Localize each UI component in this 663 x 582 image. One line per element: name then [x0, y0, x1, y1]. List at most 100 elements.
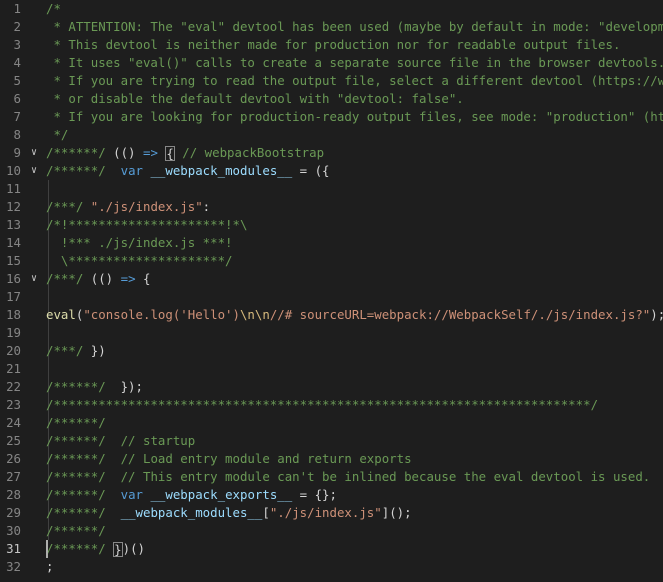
line-number: 32 [6, 559, 21, 574]
code-token: "./js/index.js" [269, 505, 382, 520]
code-line[interactable]: 26 /******/ // Load entry module and retu… [0, 450, 663, 468]
code-line[interactable]: 25 /******/ // startup [0, 432, 663, 450]
code-text: eval("console.log('Hello')\n\n//# source… [46, 306, 663, 324]
code-line[interactable]: 4 * It uses "eval()" calls to create a s… [0, 54, 663, 72]
code-line[interactable]: 14 !*** ./js/index.js ***! [0, 234, 663, 252]
code-line[interactable]: 28 /******/ var __webpack_exports__ = {}; [0, 486, 663, 504]
code-line[interactable]: 27 /******/ // This entry module can't be… [0, 468, 663, 486]
code-text: * It uses "eval()" calls to create a sep… [46, 54, 663, 72]
code-token: ; [46, 559, 54, 574]
code-line[interactable]: 8 */ [0, 126, 663, 144]
code-line[interactable]: 22 /******/ }); [0, 378, 663, 396]
code-line[interactable]: 9 ∨ /******/ (() => { // webpackBootstrap [0, 144, 663, 162]
code-text: /******/ // Load entry module and return… [46, 450, 412, 468]
line-number: 19 [6, 325, 21, 340]
code-token: * It uses "eval()" calls to create a sep… [46, 55, 663, 70]
code-token: * If you are trying to read the output f… [53, 73, 663, 88]
code-editor[interactable]: 1 /* 2 * ATTENTION: The "eval" devtool has… [0, 0, 663, 582]
code-line[interactable]: 5 * If you are trying to read the output… [0, 72, 663, 90]
line-number: 25 [6, 433, 21, 448]
code-token: var [120, 487, 143, 502]
code-line[interactable]: 20 /***/ }) [0, 342, 663, 360]
code-text: \*********************/ [46, 252, 233, 270]
code-text: /***/ (() => { [46, 270, 150, 288]
code-line[interactable]: 18 eval("console.log('Hello')\n\n//# sour… [0, 306, 663, 324]
line-number: 1 [13, 1, 21, 16]
code-token: )() [122, 541, 145, 556]
code-token: }) [90, 343, 106, 358]
code-text: ; [46, 558, 53, 576]
code-text: * or disable the default devtool with "d… [46, 90, 463, 108]
code-text: /******/ })() [46, 540, 145, 558]
code-line[interactable]: 10 ∨ /******/ var __webpack_modules__ = ({ [0, 162, 663, 180]
line-number: 16 [6, 271, 21, 286]
line-number: 7 [13, 109, 21, 124]
code-line[interactable]: 30 /******/ [0, 522, 663, 540]
code-line[interactable]: 23 /*************************************… [0, 396, 663, 414]
code-token: /******/ [46, 469, 114, 484]
code-line[interactable]: 19 [0, 324, 663, 342]
line-number: 5 [13, 73, 21, 88]
code-line[interactable]: 11 [0, 180, 663, 198]
code-token: /******/ [46, 415, 114, 430]
code-token: * ATTENTION: The "eval" devtool has been… [46, 19, 663, 34]
code-line[interactable]: 2 * ATTENTION: The "eval" devtool has be… [0, 18, 663, 36]
line-number: 21 [6, 361, 21, 376]
code-line[interactable]: 32; [0, 558, 663, 576]
code-line[interactable]: 31 /******/ })() [0, 540, 663, 558]
code-line[interactable]: 3 * This devtool is neither made for pro… [0, 36, 663, 54]
code-token: */ [46, 127, 69, 142]
code-token: "console.log('Hello') [83, 307, 240, 322]
code-token: !*** ./js/index.js ***! [46, 235, 233, 250]
line-number: 14 [6, 235, 21, 250]
code-line[interactable]: 17 [0, 288, 663, 306]
code-text: /******/ }); [46, 378, 143, 396]
code-text: /******/ var __webpack_modules__ = ({ [46, 162, 330, 180]
code-line[interactable]: 13 /*!*********************!*\ [0, 216, 663, 234]
line-number: 24 [6, 415, 21, 430]
code-token: __webpack_modules__ [150, 163, 293, 178]
code-token: /******/ [46, 163, 114, 178]
line-number: 22 [6, 379, 21, 394]
code-line[interactable]: 21 [0, 360, 663, 378]
code-token: = {}; [292, 487, 337, 502]
line-number: 4 [13, 55, 21, 70]
code-line[interactable]: 7 * If you are looking for production-re… [0, 108, 663, 126]
code-token: * If you are looking for production-read… [53, 109, 663, 124]
code-token: "./js/index.js" [90, 199, 203, 214]
line-number: 9 [13, 145, 21, 160]
code-line[interactable]: 1 /* [0, 0, 663, 18]
line-number: 6 [13, 91, 21, 106]
code-text: /***/ "./js/index.js": [46, 198, 210, 216]
line-number: 18 [6, 307, 21, 322]
line-number: 20 [6, 343, 21, 358]
code-line[interactable]: 12 /***/ "./js/index.js": [0, 198, 663, 216]
code-line[interactable]: 6 * or disable the default devtool with … [0, 90, 663, 108]
line-number: 3 [13, 37, 21, 52]
code-line[interactable]: 15 \*********************/ [0, 252, 663, 270]
line-number: 2 [13, 19, 21, 34]
code-line[interactable]: 16 ∨ /***/ (() => { [0, 270, 663, 288]
code-text: /******/ [46, 522, 113, 540]
code-line[interactable]: 24 /******/ [0, 414, 663, 432]
code-token: eval [46, 307, 76, 322]
code-token: \n\n [239, 307, 270, 322]
code-text: /* [46, 0, 61, 18]
code-text: * If you are looking for production-read… [46, 108, 663, 126]
line-number: 26 [6, 451, 21, 466]
code-token: var [120, 163, 143, 178]
fold-chevron-icon[interactable]: ∨ [28, 270, 40, 288]
fold-chevron-icon[interactable]: ∨ [28, 162, 40, 180]
code-text: * This devtool is neither made for produ… [46, 36, 620, 54]
code-token: (() [113, 145, 143, 160]
line-number: 30 [6, 523, 21, 538]
code-text: /***************************************… [46, 396, 598, 414]
line-number: 12 [6, 199, 21, 214]
line-number: 28 [6, 487, 21, 502]
line-number: 23 [6, 397, 21, 412]
code-line[interactable]: 29 /******/ __webpack_modules__["./js/ind… [0, 504, 663, 522]
code-token: /******/ [46, 451, 114, 466]
fold-chevron-icon[interactable]: ∨ [28, 144, 40, 162]
line-number: 13 [6, 217, 21, 232]
